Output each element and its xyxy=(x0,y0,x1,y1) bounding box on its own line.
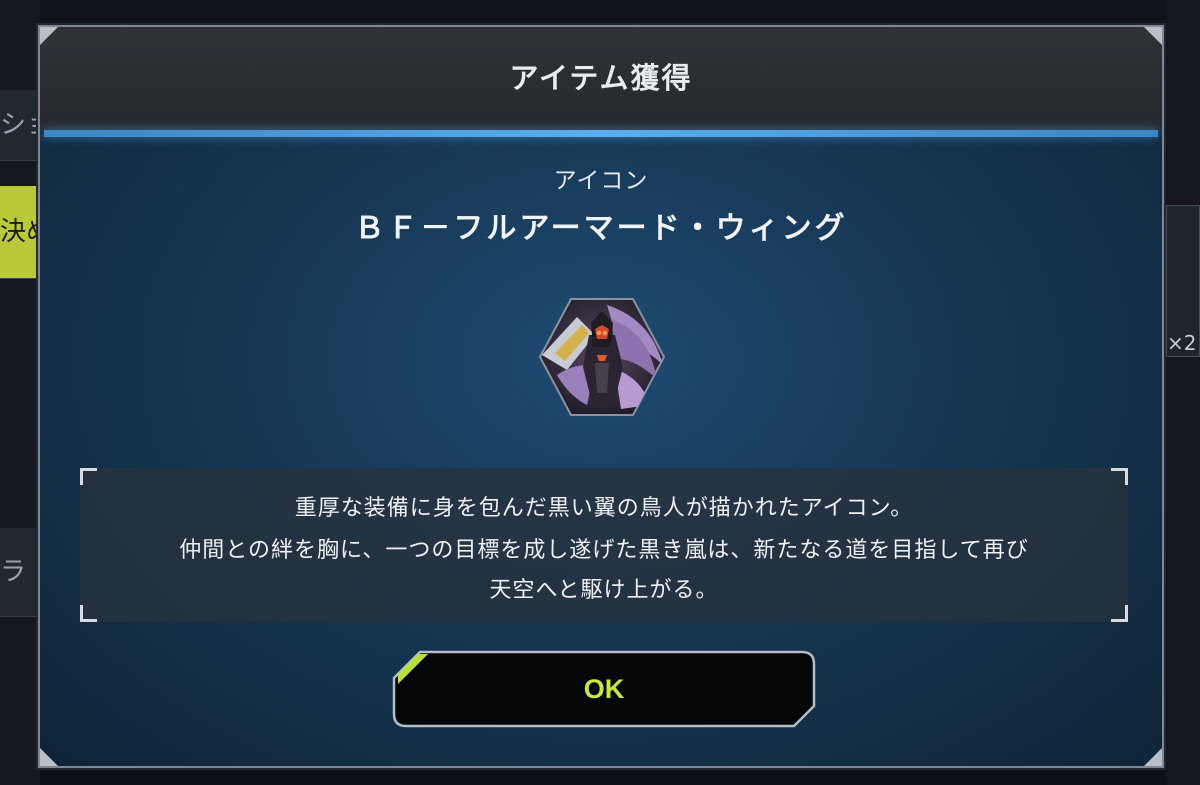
dialog-title: アイテム獲得 xyxy=(509,61,693,95)
background-reward-card: ×2 xyxy=(1166,205,1200,357)
ok-button[interactable]: OK xyxy=(392,650,816,728)
corner-decoration xyxy=(40,746,60,766)
description-line: 天空へと駆け上がる。 xyxy=(489,578,719,603)
bracket-decoration xyxy=(1111,468,1128,485)
background-menu-item: ラ xyxy=(0,528,38,617)
item-acquired-dialog: アイテム獲得 アイコン ＢＦ－フルアーマード・ウィング 重厚な装備に身を包んだ黒… xyxy=(38,25,1164,768)
bracket-decoration xyxy=(1111,605,1128,622)
item-description-box: 重厚な装備に身を包んだ黒い翼の鳥人が描かれたアイコン。 仲間との絆を胸に、一つの… xyxy=(80,468,1128,622)
bf-full-armored-wing-icon xyxy=(537,295,667,419)
ok-button-label: OK xyxy=(583,674,625,704)
item-type-label: アイコン xyxy=(553,168,649,194)
description-line: 仲間との絆を胸に、一つの目標を成し遂げた黒き嵐は、新たなる道を目指して再び xyxy=(179,538,1029,563)
header-accent-line xyxy=(44,130,1158,137)
bracket-decoration xyxy=(80,468,97,485)
corner-decoration xyxy=(1142,746,1162,766)
background-right-panel xyxy=(1166,0,1200,785)
background-menu-item-highlighted: 決め xyxy=(0,186,38,279)
item-name: ＢＦ－フルアーマード・ウィング xyxy=(354,211,848,246)
bracket-decoration xyxy=(80,605,97,622)
background-top-bar xyxy=(40,0,1166,24)
background-menu-item: ショ xyxy=(0,90,38,161)
corner-decoration xyxy=(1142,27,1162,47)
description-line: 重厚な装備に身を包んだ黒い翼の鳥人が描かれたアイコン。 xyxy=(294,496,914,521)
corner-decoration xyxy=(40,27,60,47)
